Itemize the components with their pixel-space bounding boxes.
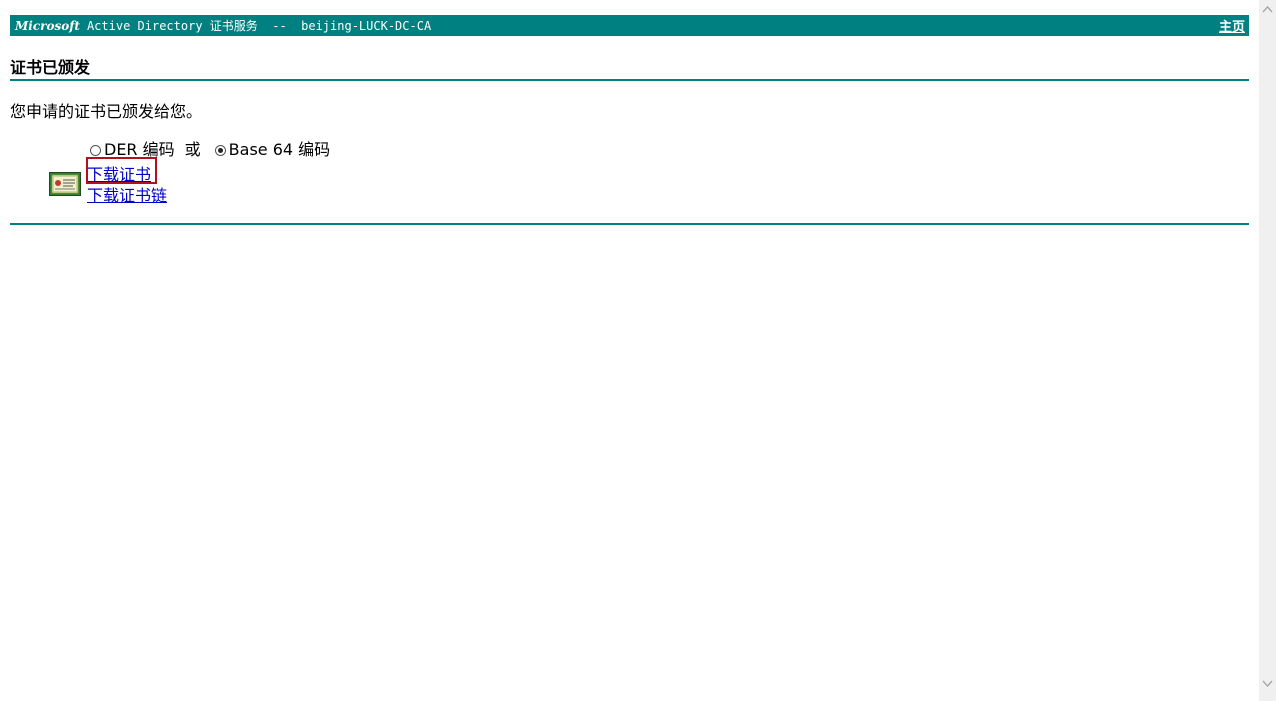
download-certificate-chain-link[interactable]: 下载证书链 (87, 185, 167, 206)
or-separator: 或 (184, 140, 201, 159)
base64-encoding-radio[interactable] (214, 144, 226, 156)
content: Microsoft Active Directory 证书服务 -- beiji… (10, 15, 1249, 225)
scroll-down-arrow-icon[interactable] (1262, 678, 1273, 689)
divider-bottom (10, 223, 1249, 225)
page-title: 证书已颁发 (10, 58, 91, 77)
status-message: 您申请的证书已颁发给您。 (10, 102, 203, 121)
divider-top (10, 79, 1249, 81)
header-title: Microsoft Active Directory 证书服务 -- beiji… (15, 17, 431, 34)
certificate-icon (49, 172, 81, 196)
highlight-box (86, 157, 157, 184)
der-encoding-radio[interactable] (90, 144, 101, 156)
header-bar: Microsoft Active Directory 证书服务 -- beiji… (10, 15, 1249, 36)
home-link[interactable]: 主页 (1219, 16, 1245, 35)
service-title: Active Directory 证书服务 -- beijing-LUCK-DC… (86, 19, 432, 33)
brand-logo-text: Microsoft (15, 18, 80, 33)
base64-encoding-label[interactable]: Base 64 编码 (229, 139, 331, 161)
page: Microsoft Active Directory 证书服务 -- beiji… (0, 0, 1276, 701)
vertical-scrollbar[interactable] (1259, 0, 1276, 701)
scroll-up-arrow-icon[interactable] (1262, 4, 1273, 15)
